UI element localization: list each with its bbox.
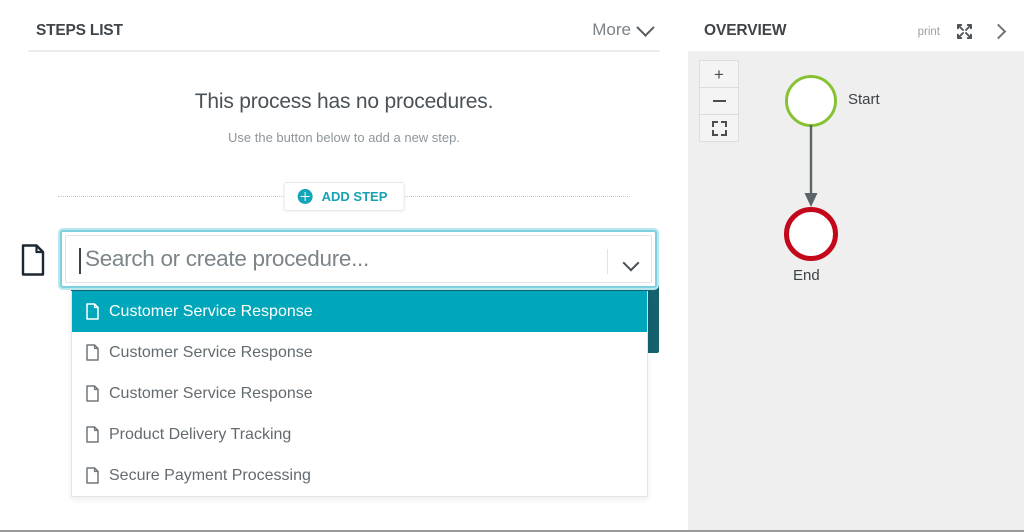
combobox-divider [607, 249, 608, 274]
chevron-right-icon [990, 23, 1007, 40]
zoom-out-button[interactable] [700, 88, 738, 115]
page-title: STEPS LIST [36, 22, 123, 39]
diagram-connector-arrow [796, 125, 826, 211]
collapse-panel-button[interactable] [990, 23, 1007, 40]
list-item[interactable]: Secure Payment Processing [72, 455, 647, 496]
empty-state-subtitle: Use the button below to add a new step. [228, 130, 460, 145]
steps-list-panel: STEPS LIST More This process has no proc… [0, 0, 688, 530]
document-icon [86, 344, 99, 361]
header-divider [28, 50, 660, 52]
list-item-label: Secure Payment Processing [109, 466, 311, 484]
search-input-placeholder: Search or create procedure... [85, 246, 369, 271]
fit-to-screen-button[interactable] [700, 115, 738, 141]
fit-to-screen-icon [711, 120, 727, 136]
overview-header: OVERVIEW print [688, 0, 1024, 51]
more-menu-label: More [592, 20, 631, 39]
list-item-label: Customer Service Response [109, 384, 313, 402]
minus-icon [712, 99, 726, 103]
add-step-row: ADD STEP [0, 182, 688, 212]
steps-list-header: STEPS LIST More [0, 0, 688, 52]
procedure-search-combobox[interactable]: Search or create procedure... [60, 230, 657, 288]
plus-icon [297, 189, 313, 204]
zoom-controls: + [699, 60, 739, 142]
add-step-label: ADD STEP [321, 189, 388, 204]
list-item-label: Customer Service Response [109, 343, 313, 361]
list-item[interactable]: Customer Service Response [72, 373, 647, 414]
diagram-node-end[interactable] [784, 207, 838, 261]
chevron-down-icon [636, 17, 655, 37]
add-step-button[interactable]: ADD STEP [283, 182, 405, 211]
combobox-inner: Search or create procedure... [65, 235, 652, 283]
document-icon [86, 303, 99, 320]
overview-title: OVERVIEW [704, 22, 787, 39]
list-item-label: Customer Service Response [109, 302, 313, 320]
document-icon [86, 385, 99, 402]
procedure-dropdown-list[interactable]: Customer Service Response Customer Servi… [71, 291, 648, 497]
diagram-node-end-label: End [793, 267, 820, 284]
overview-panel: OVERVIEW print + Start End [688, 0, 1024, 530]
empty-state-title: This process has no procedures. [194, 90, 494, 113]
print-button[interactable]: print [918, 26, 940, 38]
fullscreen-icon[interactable] [957, 24, 972, 39]
app-root: STEPS LIST More This process has no proc… [0, 0, 1024, 532]
diagram-node-start-label: Start [848, 91, 880, 108]
document-icon [86, 426, 99, 443]
chevron-down-icon[interactable] [622, 254, 640, 272]
list-item[interactable]: Customer Service Response [72, 291, 647, 332]
diagram-canvas[interactable]: + Start End [688, 51, 1024, 530]
document-icon [20, 244, 46, 276]
list-item[interactable]: Customer Service Response [72, 332, 647, 373]
list-item-label: Product Delivery Tracking [109, 425, 292, 443]
document-icon [86, 467, 99, 484]
more-menu-button[interactable]: More [592, 17, 655, 40]
text-caret [79, 248, 81, 274]
zoom-in-button[interactable]: + [700, 61, 738, 88]
diagram-node-start[interactable] [785, 75, 837, 127]
list-item[interactable]: Product Delivery Tracking [72, 414, 647, 455]
